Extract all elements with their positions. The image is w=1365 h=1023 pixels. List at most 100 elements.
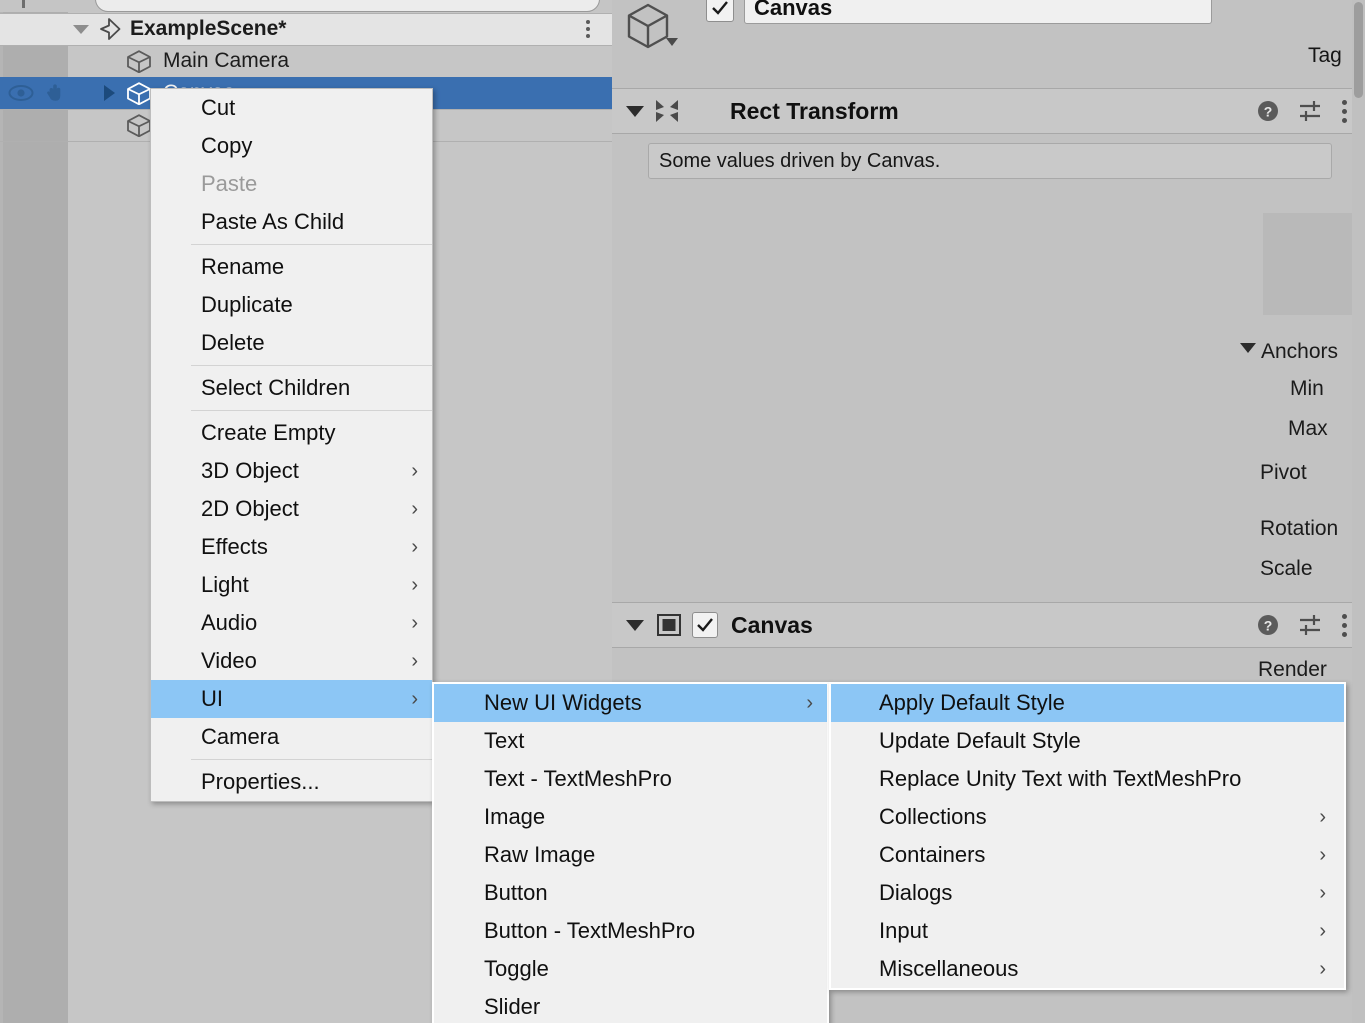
gameobject-enabled-checkbox[interactable] — [706, 0, 734, 22]
ui-submenu-item-label: Text — [484, 728, 525, 753]
ui-submenu-item[interactable]: Raw Image — [434, 836, 827, 874]
widgets-submenu-item[interactable]: Apply Default Style — [831, 684, 1344, 722]
visibility-toggles[interactable] — [8, 77, 68, 109]
context-menu-item-label: 3D Object — [201, 458, 299, 483]
chevron-right-icon: › — [1319, 843, 1326, 866]
context-menu-item-label: Audio — [201, 610, 258, 635]
component-menu-kebab-icon[interactable] — [1342, 99, 1347, 123]
canvas-foldout-toggle[interactable] — [98, 77, 120, 109]
context-menu-item-label: Cut — [201, 95, 236, 120]
chevron-down-icon[interactable] — [666, 38, 678, 46]
canvas-component-header[interactable]: Canvas ? — [612, 603, 1365, 647]
ui-submenu-item-label: Slider — [484, 994, 541, 1019]
canvas-enabled-checkbox[interactable] — [692, 612, 718, 638]
hierarchy-search-field[interactable] — [95, 0, 600, 12]
menu-separator — [191, 759, 432, 760]
widgets-submenu-item[interactable]: Replace Unity Text with TextMeshPro — [831, 760, 1344, 798]
ui-submenu-item[interactable]: Button - TextMeshPro — [434, 912, 827, 950]
widgets-submenu-item-label: Collections — [879, 804, 987, 829]
context-menu-item[interactable]: Paste As Child — [151, 203, 432, 241]
rect-transform-icon — [656, 100, 678, 122]
context-menu-item-label: Paste — [201, 171, 258, 196]
ui-submenu-item-label: Image — [484, 804, 546, 829]
preset-settings-icon[interactable] — [1298, 613, 1324, 637]
canvas-component-icon — [657, 614, 681, 636]
gameobject-name-field[interactable]: Canvas — [744, 0, 1212, 24]
ui-submenu-item[interactable]: New UI Widgets › — [434, 684, 827, 722]
ui-submenu-item[interactable]: Text - TextMeshPro — [434, 760, 827, 798]
widgets-submenu-item-label: Replace Unity Text with TextMeshPro — [879, 766, 1242, 791]
ui-submenu-item[interactable]: Toggle — [434, 950, 827, 988]
widgets-submenu-item-label: Containers — [879, 842, 986, 867]
scrollbar-thumb[interactable] — [1354, 2, 1363, 98]
help-icon[interactable]: ? — [1256, 99, 1280, 123]
context-menu-item[interactable]: Create Empty — [151, 414, 432, 452]
eye-icon[interactable] — [8, 83, 34, 103]
context-menu-item[interactable]: Delete — [151, 324, 432, 362]
context-menu-item[interactable]: 3D Object › — [151, 452, 432, 490]
context-menu-item[interactable]: Properties... — [151, 763, 432, 801]
hierarchy-label-main-camera: Main Camera — [163, 49, 290, 72]
rect-transform-header[interactable]: Rect Transform ? — [612, 89, 1365, 133]
hierarchy-row-main-camera[interactable]: Main Camera — [0, 45, 612, 77]
scene-foldout-toggle[interactable] — [70, 13, 92, 45]
chevron-right-icon: › — [1319, 881, 1326, 904]
inspector-scrollbar[interactable] — [1352, 0, 1365, 1023]
gameobject-cube-icon — [127, 114, 151, 137]
context-menu-item[interactable]: Camera — [151, 718, 432, 756]
widgets-submenu-item[interactable]: Collections › — [831, 798, 1344, 836]
context-menu-item: Paste — [151, 165, 432, 203]
context-menu-item[interactable]: Duplicate — [151, 286, 432, 324]
svg-text:?: ? — [1264, 618, 1273, 634]
context-menu-item[interactable]: 2D Object › — [151, 490, 432, 528]
preset-settings-icon[interactable] — [1298, 99, 1324, 123]
chevron-right-icon: › — [411, 611, 418, 634]
chevron-right-icon: › — [1319, 805, 1326, 828]
chevron-down-icon — [73, 24, 89, 34]
hierarchy-context-menu[interactable]: Cut Copy Paste Paste As Child Rename Duplicat… — [150, 88, 433, 802]
anchors-foldout-icon[interactable] — [1240, 343, 1256, 353]
ui-submenu-item[interactable]: Image — [434, 798, 827, 836]
context-menu-item-label: UI — [201, 686, 223, 711]
widgets-submenu-item[interactable]: Update Default Style — [831, 722, 1344, 760]
context-menu-item[interactable]: Copy — [151, 127, 432, 165]
toolbar-tick — [22, 0, 25, 8]
chevron-down-icon[interactable] — [626, 105, 644, 117]
context-menu-item[interactable]: Audio › — [151, 604, 432, 642]
hierarchy-toolbar — [0, 0, 612, 12]
component-menu-kebab-icon[interactable] — [1342, 613, 1347, 637]
chevron-right-icon: › — [411, 649, 418, 672]
anchor-preview-widget[interactable] — [1263, 213, 1361, 315]
widgets-submenu-item[interactable]: Input › — [831, 912, 1344, 950]
widgets-submenu-item[interactable]: Dialogs › — [831, 874, 1344, 912]
ui-submenu-item[interactable]: Text — [434, 722, 827, 760]
widgets-submenu-item[interactable]: Containers › — [831, 836, 1344, 874]
gameobject-icon-wrap — [624, 2, 678, 50]
ui-submenu-item[interactable]: Button — [434, 874, 827, 912]
chevron-down-icon[interactable] — [626, 619, 644, 631]
context-menu-item-label: Copy — [201, 133, 253, 158]
context-menu-item[interactable]: UI › — [151, 680, 432, 718]
context-menu-item[interactable]: Effects › — [151, 528, 432, 566]
picking-hand-icon[interactable] — [42, 83, 68, 103]
rect-transform-tools: ? — [1256, 89, 1347, 133]
context-menu-item[interactable]: Cut — [151, 89, 432, 127]
help-icon[interactable]: ? — [1256, 613, 1280, 637]
widgets-submenu-item[interactable]: Miscellaneous › — [831, 950, 1344, 988]
context-menu-item-label: Select Children — [201, 375, 351, 400]
checkmark-icon — [712, 1, 728, 15]
context-menu-item[interactable]: Light › — [151, 566, 432, 604]
anchor-max-label: Max — [1288, 417, 1328, 440]
ui-submenu[interactable]: New UI Widgets › Text Text - TextMeshPro Ima… — [432, 682, 829, 1023]
hierarchy-row-scene[interactable]: ExampleScene* — [0, 13, 612, 45]
gameobject-cube-icon — [627, 3, 669, 49]
context-menu-item[interactable]: Rename — [151, 248, 432, 286]
section-divider — [612, 133, 1365, 134]
ui-submenu-item[interactable]: Slider — [434, 988, 827, 1023]
ui-submenu-item-label: Toggle — [484, 956, 549, 981]
context-menu-item[interactable]: Select Children — [151, 369, 432, 407]
hierarchy-scene-kebab-icon[interactable] — [586, 13, 590, 45]
new-ui-widgets-submenu[interactable]: Apply Default Style Update Default Style R… — [829, 682, 1346, 990]
anchor-min-label: Min — [1290, 377, 1324, 400]
context-menu-item[interactable]: Video › — [151, 642, 432, 680]
